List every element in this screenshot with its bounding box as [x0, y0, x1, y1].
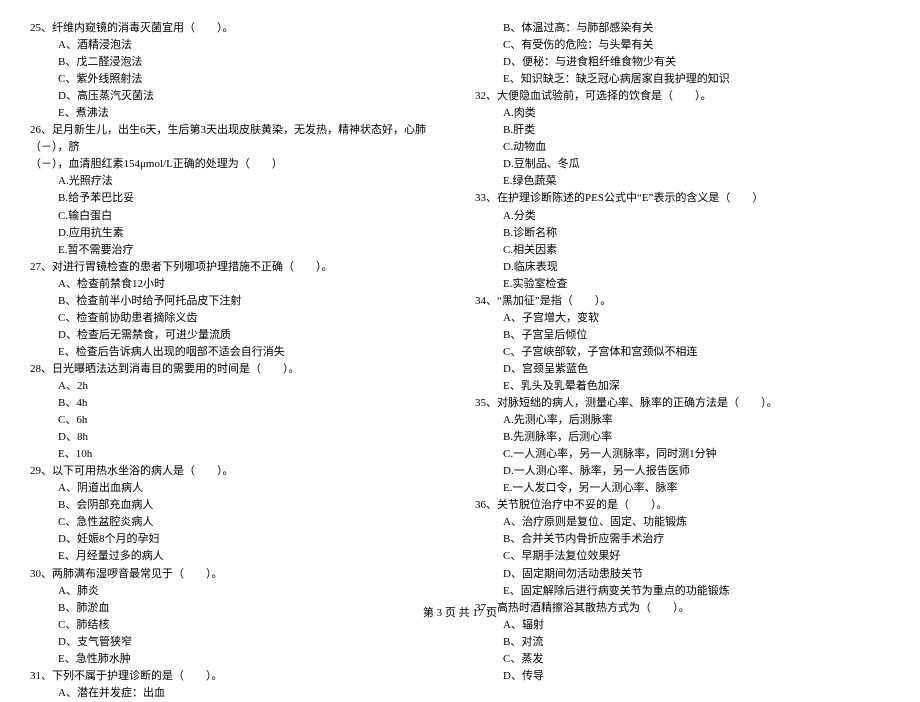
question-37: 37、高热时酒精擦浴其散热方式为（ ）。 A、辐射 B、对流 C、蒸发 D、传导 [475, 600, 890, 685]
q35-opt-d: D.一人测心率、脉率，另一人报告医师 [475, 463, 890, 480]
question-36: 36、关节脱位治疗中不妥的是（ ）。 A、治疗原则是复位、固定、功能锻炼 B、合… [475, 497, 890, 599]
q36-opt-b: B、合并关节内骨折应需手术治疗 [475, 531, 890, 548]
q28-opt-e: E、10h [30, 446, 445, 463]
q31-opt-e: E、知识缺乏：缺乏冠心病居家自我护理的知识 [475, 71, 890, 88]
q28-opt-a: A、2h [30, 378, 445, 395]
q34-opt-b: B、子宫呈后倾位 [475, 327, 890, 344]
q26-opt-b: B.给予苯巴比妥 [30, 190, 445, 207]
q31-opt-d: D、便秘：与进食粗纤维食物少有关 [475, 54, 890, 71]
q36-opt-a: A、治疗原则是复位、固定、功能锻炼 [475, 514, 890, 531]
question-33: 33、在护理诊断陈述的PES公式中“E”表示的含义是（ ） A.分类 B.诊断名… [475, 190, 890, 292]
q33-opt-d: D.临床表现 [475, 259, 890, 276]
q33-opt-e: E.实验室检查 [475, 276, 890, 293]
q34-opt-d: D、宫颈呈紫蓝色 [475, 361, 890, 378]
q29-opt-c: C、急性盆腔炎病人 [30, 514, 445, 531]
q35-opt-b: B.先测脉率，后测心率 [475, 429, 890, 446]
q37-opt-c: C、蒸发 [475, 651, 890, 668]
question-25: 25、纤维内窥镜的消毒灭菌宜用（ ）。 A、酒精浸泡法 B、戊二醛浸泡法 C、紫… [30, 20, 445, 122]
question-35: 35、对脉短绌的病人，测量心率、脉率的正确方法是（ ）。 A.先测心率，后测脉率… [475, 395, 890, 497]
question-31-cont: B、体温过高：与肺部感染有关 C、有受伤的危险：与头晕有关 D、便秘：与进食粗纤… [475, 20, 890, 88]
q33-stem: 33、在护理诊断陈述的PES公式中“E”表示的含义是（ ） [475, 190, 890, 207]
q34-opt-a: A、子宫增大，变软 [475, 310, 890, 327]
q31-opt-c: C、有受伤的危险：与头晕有关 [475, 37, 890, 54]
q27-opt-e: E、检查后告诉病人出现的咽部不适会自行消失 [30, 344, 445, 361]
q36-opt-c: C、早期手法复位效果好 [475, 548, 890, 565]
q35-opt-a: A.先测心率，后测脉率 [475, 412, 890, 429]
q37-stem: 37、高热时酒精擦浴其散热方式为（ ）。 [475, 600, 890, 617]
q27-opt-c: C、检查前协助患者摘除义齿 [30, 310, 445, 327]
q28-opt-d: D、8h [30, 429, 445, 446]
q27-stem: 27、对进行胃镜检查的患者下列哪项护理措施不正确（ ）。 [30, 259, 445, 276]
q31-stem: 31、下列不属于护理诊断的是（ ）。 [30, 668, 445, 685]
question-32: 32、大便隐血试验前，可选择的饮食是（ ）。 A.肉类 B.肝类 C.动物血 D… [475, 88, 890, 190]
q35-opt-c: C.一人测心率，另一人测脉率，同时测1分钟 [475, 446, 890, 463]
q36-opt-d: D、固定期间勿活动患肢关节 [475, 566, 890, 583]
q36-opt-e: E、固定解除后进行病变关节为重点的功能锻炼 [475, 583, 890, 600]
q37-opt-d: D、传导 [475, 668, 890, 685]
q27-opt-a: A、检查前禁食12小时 [30, 276, 445, 293]
question-26: 26、足月新生儿，出生6天，生后第3天出现皮肤黄染，无发热，精神状态好，心肺（－… [30, 122, 445, 258]
q30-opt-b: B、肺淤血 [30, 600, 445, 617]
left-column: 25、纤维内窥镜的消毒灭菌宜用（ ）。 A、酒精浸泡法 B、戊二醛浸泡法 C、紫… [30, 20, 460, 590]
question-29: 29、以下可用热水坐浴的病人是（ ）。 A、阴道出血病人 B、会阴部充血病人 C… [30, 463, 445, 565]
q29-opt-d: D、妊娠8个月的孕妇 [30, 531, 445, 548]
q27-opt-b: B、检查前半小时给予阿托品皮下注射 [30, 293, 445, 310]
q37-opt-b: B、对流 [475, 634, 890, 651]
q32-opt-c: C.动物血 [475, 139, 890, 156]
question-30: 30、两肺满布湿啰音最常见于（ ）。 A、肺炎 B、肺淤血 C、肺结核 D、支气… [30, 566, 445, 668]
q33-opt-a: A.分类 [475, 208, 890, 225]
q29-opt-b: B、会阴部充血病人 [30, 497, 445, 514]
q29-opt-e: E、月经量过多的病人 [30, 548, 445, 565]
q28-opt-c: C、6h [30, 412, 445, 429]
q32-opt-a: A.肉类 [475, 105, 890, 122]
q33-opt-c: C.相关因素 [475, 242, 890, 259]
q29-stem: 29、以下可用热水坐浴的病人是（ ）。 [30, 463, 445, 480]
q37-opt-a: A、辐射 [475, 617, 890, 634]
q32-stem: 32、大便隐血试验前，可选择的饮食是（ ）。 [475, 88, 890, 105]
q25-stem: 25、纤维内窥镜的消毒灭菌宜用（ ）。 [30, 20, 445, 37]
q32-opt-e: E.绿色蔬菜 [475, 173, 890, 190]
question-28: 28、日光曝晒法达到消毒目的需要用的时间是（ ）。 A、2h B、4h C、6h… [30, 361, 445, 463]
q34-opt-c: C、子宫峡部软，子宫体和宫颈似不相连 [475, 344, 890, 361]
q26-stem2: （－），血清胆红素154μmol/L正确的处理为（ ） [30, 156, 445, 173]
q25-opt-d: D、高压蒸汽灭菌法 [30, 88, 445, 105]
q34-opt-e: E、乳头及乳晕着色加深 [475, 378, 890, 395]
q26-opt-e: E.暂不需要治疗 [30, 242, 445, 259]
q26-opt-d: D.应用抗生素 [30, 225, 445, 242]
q30-opt-a: A、肺炎 [30, 583, 445, 600]
q26-opt-a: A.光照疗法 [30, 173, 445, 190]
question-27: 27、对进行胃镜检查的患者下列哪项护理措施不正确（ ）。 A、检查前禁食12小时… [30, 259, 445, 361]
q30-stem: 30、两肺满布湿啰音最常见于（ ）。 [30, 566, 445, 583]
q27-opt-d: D、检查后无需禁食，可进少量流质 [30, 327, 445, 344]
q31-opt-a: A、潜在并发症：出血 [30, 685, 445, 702]
q25-opt-e: E、煮沸法 [30, 105, 445, 122]
right-column: B、体温过高：与肺部感染有关 C、有受伤的危险：与头晕有关 D、便秘：与进食粗纤… [460, 20, 890, 590]
q25-opt-c: C、紫外线照射法 [30, 71, 445, 88]
q28-opt-b: B、4h [30, 395, 445, 412]
q35-stem: 35、对脉短绌的病人，测量心率、脉率的正确方法是（ ）。 [475, 395, 890, 412]
question-34: 34、“黑加征”是指（ ）。 A、子宫增大，变软 B、子宫呈后倾位 C、子宫峡部… [475, 293, 890, 395]
q30-opt-e: E、急性肺水肿 [30, 651, 445, 668]
q28-stem: 28、日光曝晒法达到消毒目的需要用的时间是（ ）。 [30, 361, 445, 378]
q30-opt-d: D、支气管狭窄 [30, 634, 445, 651]
q29-opt-a: A、阴道出血病人 [30, 480, 445, 497]
q25-opt-b: B、戊二醛浸泡法 [30, 54, 445, 71]
question-31: 31、下列不属于护理诊断的是（ ）。 A、潜在并发症：出血 [30, 668, 445, 702]
q35-opt-e: E.一人发口令，另一人测心率、脉率 [475, 480, 890, 497]
q33-opt-b: B.诊断名称 [475, 225, 890, 242]
q30-opt-c: C、肺结核 [30, 617, 445, 634]
q32-opt-d: D.豆制品、冬瓜 [475, 156, 890, 173]
q36-stem: 36、关节脱位治疗中不妥的是（ ）。 [475, 497, 890, 514]
q26-opt-c: C.输白蛋白 [30, 208, 445, 225]
q34-stem: 34、“黑加征”是指（ ）。 [475, 293, 890, 310]
q25-opt-a: A、酒精浸泡法 [30, 37, 445, 54]
q31-opt-b: B、体温过高：与肺部感染有关 [475, 20, 890, 37]
q26-stem: 26、足月新生儿，出生6天，生后第3天出现皮肤黄染，无发热，精神状态好，心肺（－… [30, 122, 445, 156]
q32-opt-b: B.肝类 [475, 122, 890, 139]
page-content: 25、纤维内窥镜的消毒灭菌宜用（ ）。 A、酒精浸泡法 B、戊二醛浸泡法 C、紫… [0, 0, 920, 600]
